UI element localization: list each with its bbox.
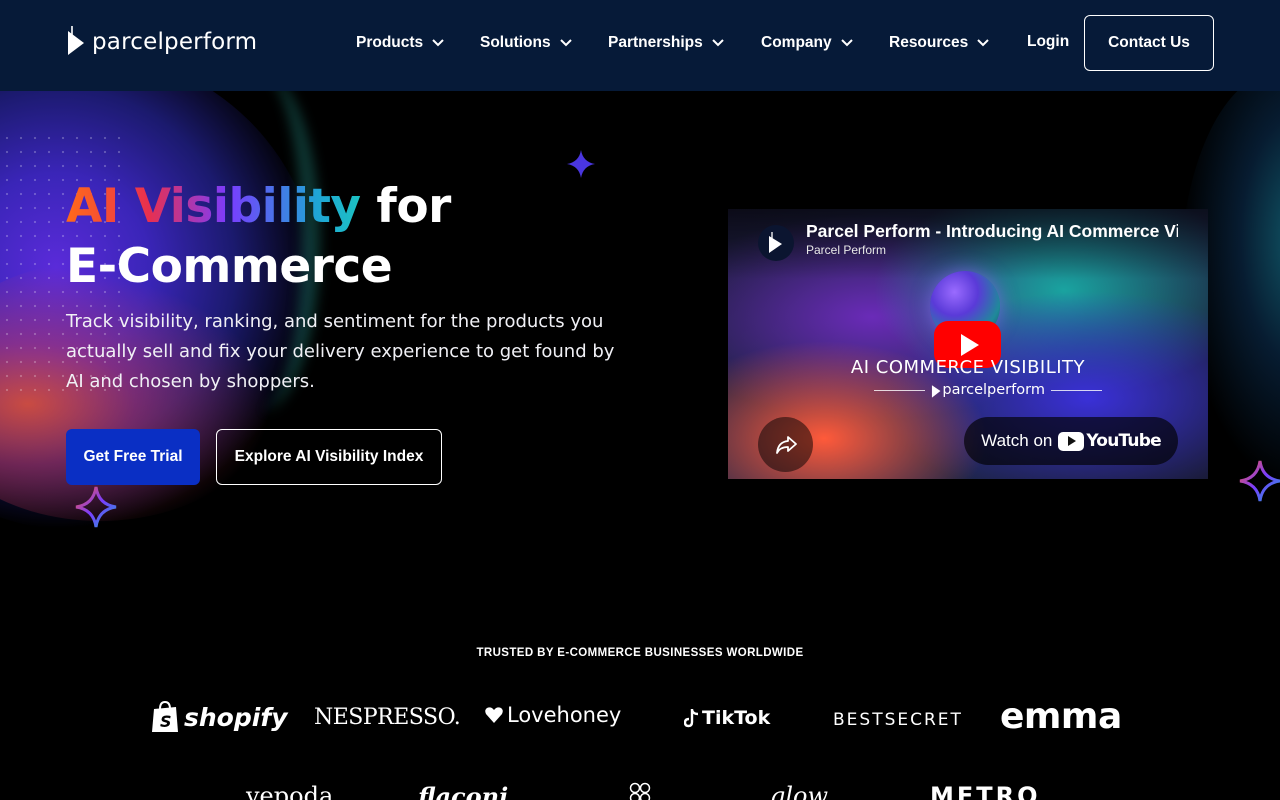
video-title[interactable]: Parcel Perform - Introducing AI Commerce… — [806, 221, 1178, 242]
logo-mark-icon — [769, 232, 782, 253]
watch-on-label: Watch on — [981, 431, 1053, 450]
tiktok-note-icon — [684, 709, 699, 728]
clover-logo-icon — [629, 782, 651, 800]
sparkle-icon — [567, 150, 595, 178]
video-channel-name[interactable]: Parcel Perform — [806, 243, 886, 257]
chevron-down-icon — [559, 39, 572, 47]
hero-subtext: Track visibility, ranking, and sentiment… — [66, 311, 615, 392]
svg-text:S: S — [160, 712, 172, 731]
chevron-down-icon — [432, 39, 444, 47]
play-icon — [960, 333, 979, 356]
hero-title: AI Visibility for E-Commerce — [66, 177, 451, 297]
shopify-logo: S shopify — [150, 700, 288, 734]
hero-title-gradient: AI Visibility — [66, 179, 361, 234]
menu-solutions[interactable]: Solutions — [480, 34, 572, 52]
hero-title-line2: E-Commerce — [66, 239, 393, 294]
menu-company[interactable]: Company — [761, 34, 853, 52]
explore-ai-visibility-index-button[interactable]: Explore AI Visibility Index — [216, 429, 442, 485]
top-navigation: parcelperform Products Solutions Partner… — [0, 0, 1280, 91]
login-link[interactable]: Login — [1027, 33, 1069, 51]
heart-icon — [485, 707, 503, 723]
yepoda-logo: yepoda — [246, 782, 334, 800]
channel-avatar[interactable] — [758, 225, 794, 261]
lovehoney-wordmark: Lovehoney — [507, 703, 622, 727]
menu-label: Resources — [889, 34, 969, 51]
flaconi-logo: flaconi — [418, 782, 509, 800]
menu-resources[interactable]: Resources — [889, 34, 989, 52]
logo-mark-icon — [931, 385, 941, 398]
video-heading: AI COMMERCE VISIBILITY — [850, 357, 1086, 378]
share-button[interactable] — [758, 417, 813, 472]
hero-title-rest: for — [360, 179, 451, 234]
menu-products[interactable]: Products — [356, 34, 444, 52]
menu-label: Solutions — [480, 34, 551, 51]
hero-section: AI Visibility for E-Commerce Track visib… — [0, 91, 1280, 611]
divider — [874, 389, 926, 391]
youtube-play-icon — [1058, 431, 1085, 451]
shopify-wordmark: shopify — [184, 702, 288, 732]
video-brand-text: parcelperform — [942, 382, 1045, 398]
video-brand: parcelperform — [868, 381, 1108, 399]
bestsecret-logo: BESTSECRET — [833, 710, 963, 730]
tiktok-logo: TikTok — [684, 707, 770, 729]
menu-label: Partnerships — [608, 34, 703, 51]
menu-label: Company — [761, 34, 832, 51]
youtube-wordmark: YouTube — [1086, 431, 1161, 451]
parcelperform-logo[interactable]: parcelperform — [66, 24, 257, 60]
tiktok-wordmark: TikTok — [702, 707, 771, 729]
logo-text: parcelperform — [92, 29, 258, 55]
youtube-logo: YouTube — [1058, 431, 1162, 451]
lovehoney-logo: Lovehoney — [484, 703, 621, 727]
chevron-down-icon — [712, 39, 724, 47]
watch-on-youtube-button[interactable]: Watch on YouTube — [964, 417, 1178, 465]
shopify-bag-icon: S — [152, 700, 178, 732]
logo-mark-icon — [68, 26, 84, 55]
share-icon — [775, 435, 797, 454]
metro-logo: METRO — [930, 782, 1041, 800]
divider — [1050, 389, 1102, 391]
video-title-bar — [728, 209, 1208, 279]
get-free-trial-button[interactable]: Get Free Trial — [66, 429, 200, 485]
nespresso-logo: NESPRESSO. — [314, 705, 461, 730]
chevron-down-icon — [840, 39, 853, 47]
trusted-heading: TRUSTED BY E-COMMERCE BUSINESSES WORLDWI… — [476, 647, 804, 659]
menu-partnerships[interactable]: Partnerships — [608, 34, 724, 52]
contact-us-button[interactable]: Contact Us — [1084, 15, 1214, 71]
chevron-down-icon — [977, 39, 989, 47]
menu-label: Products — [356, 34, 424, 51]
glow-logo: glow — [770, 782, 829, 800]
youtube-video-embed[interactable]: Parcel Perform - Introducing AI Commerce… — [728, 209, 1208, 479]
emma-logo: emma — [1000, 696, 1122, 737]
sparkle-icon — [75, 486, 117, 528]
sparkle-icon — [1239, 460, 1280, 502]
